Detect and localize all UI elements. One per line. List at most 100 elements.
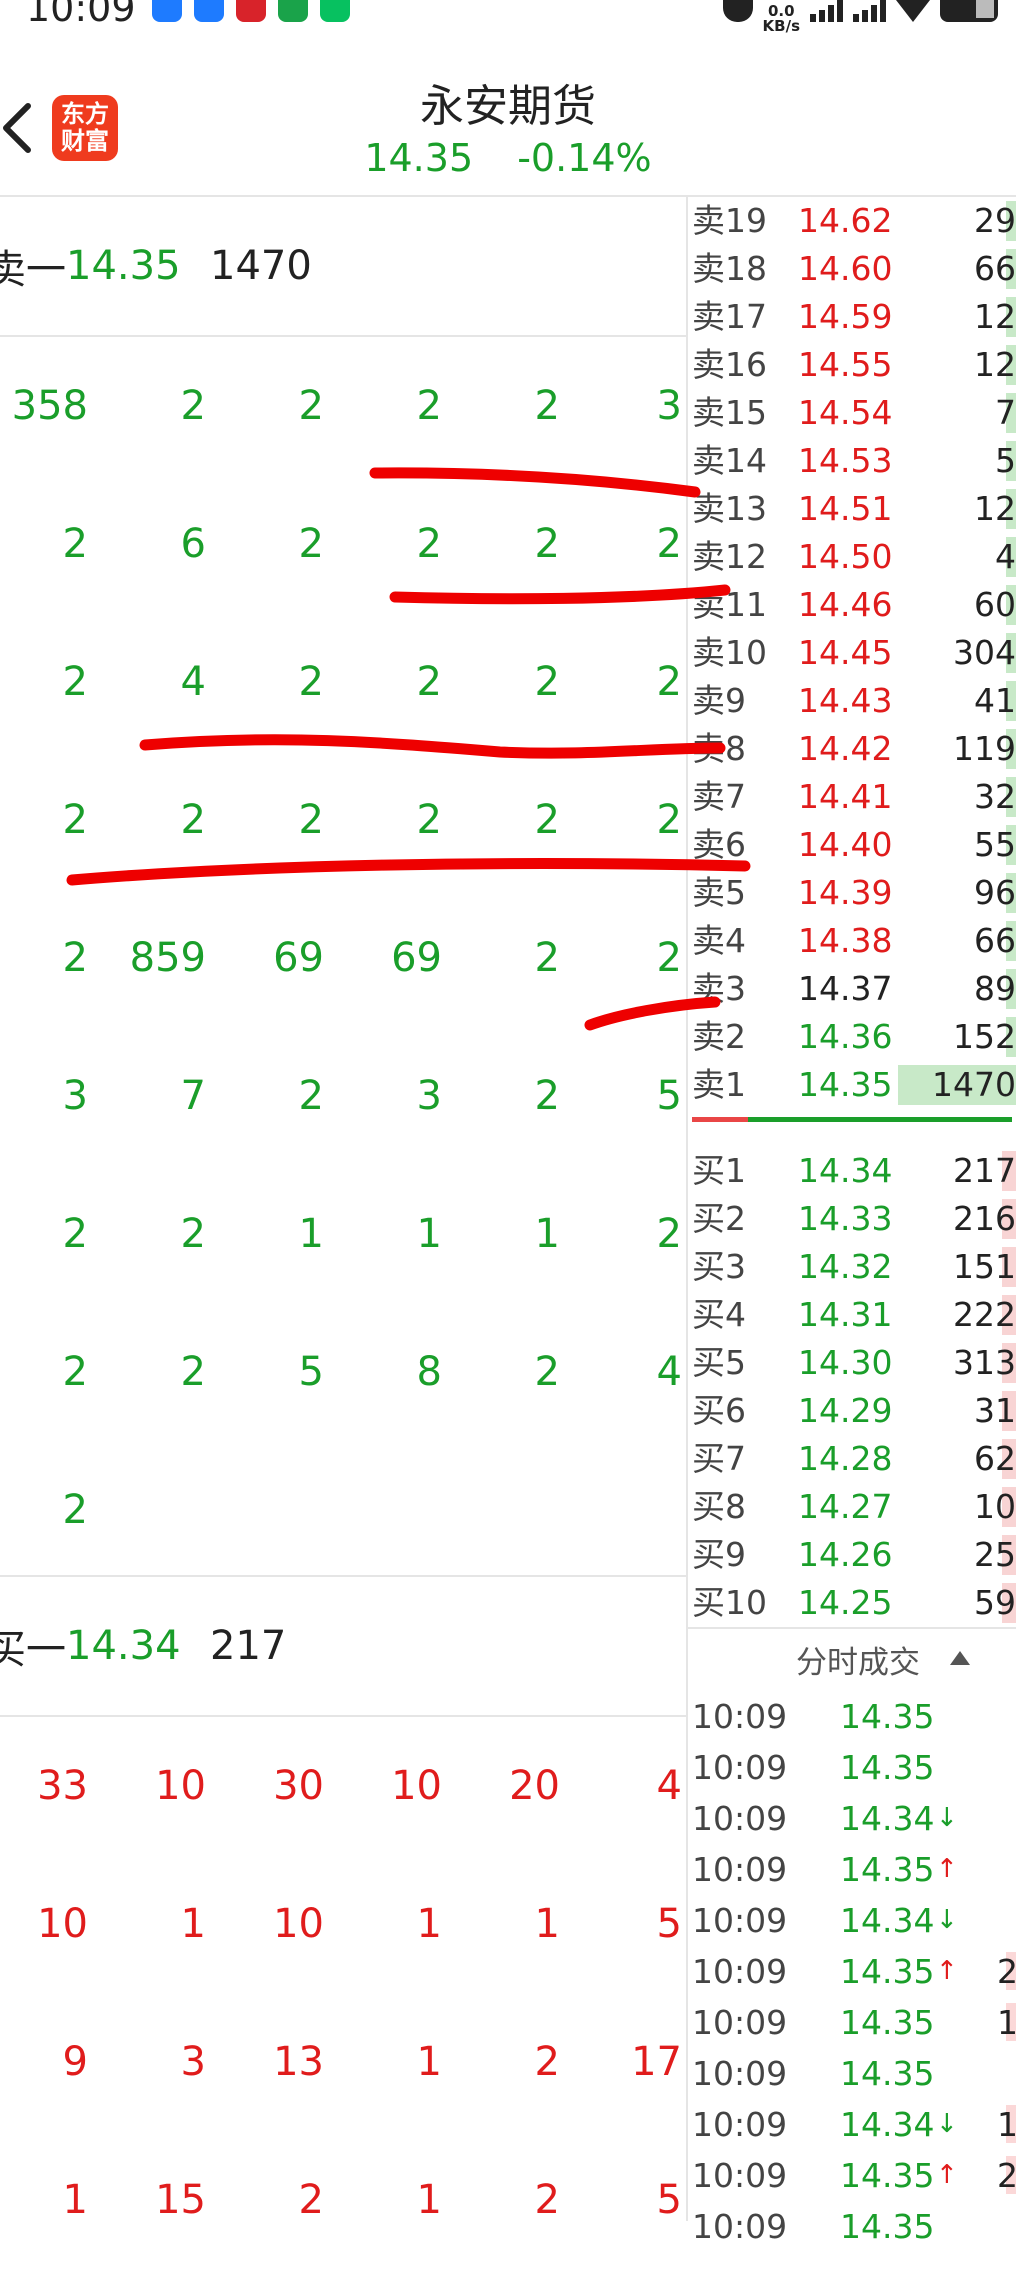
ask-level-row[interactable]: 卖19 14.62 29 <box>688 197 1016 245</box>
bid1-queue-header[interactable]: 买一 14.34 217 <box>0 1577 686 1715</box>
bid-level-row[interactable]: 买3 14.32 151 <box>688 1243 1016 1291</box>
queue-order-volume: 69 <box>391 935 442 981</box>
level-volume: 12 <box>974 297 1016 336</box>
level-name: 买6 <box>692 1391 746 1430</box>
ask-level-row[interactable]: 卖15 14.54 7 <box>688 389 1016 437</box>
tick-row: 10:09 14.35 ↑ 2 <box>688 2150 1016 2201</box>
ask-level-row[interactable]: 卖1 14.35 1470 <box>688 1061 1016 1109</box>
level-volume: 41 <box>974 681 1016 720</box>
level-price: 14.38 <box>798 921 893 960</box>
bid-level-row[interactable]: 买1 14.34 217 <box>688 1147 1016 1195</box>
down-arrow-icon: ↓ <box>936 2109 958 2139</box>
queue-order-volume: 4 <box>656 1763 682 1809</box>
level-volume: 31 <box>974 1391 1016 1430</box>
level-name: 卖2 <box>692 1017 746 1056</box>
queue-order-volume: 2 <box>298 383 324 429</box>
level-name: 卖5 <box>692 873 746 912</box>
queue-order-volume: 2 <box>62 1487 88 1533</box>
bid-level-row[interactable]: 买6 14.29 31 <box>688 1387 1016 1435</box>
tick-volume: 2 <box>997 1952 1016 1991</box>
queue-row: 10 1 10 1 1 5 <box>0 1855 686 1993</box>
ask-level-row[interactable]: 卖3 14.37 89 <box>688 965 1016 1013</box>
bid-level-row[interactable]: 买4 14.31 222 <box>688 1291 1016 1339</box>
ask-level-row[interactable]: 卖13 14.51 12 <box>688 485 1016 533</box>
level-price: 14.26 <box>798 1535 893 1574</box>
queue-order-volume: 859 <box>129 935 206 981</box>
bid-level-row[interactable]: 买8 14.27 10 <box>688 1483 1016 1531</box>
ask-level-row[interactable]: 卖17 14.59 12 <box>688 293 1016 341</box>
queue-order-volume: 5 <box>656 1901 682 1947</box>
ask-level-row[interactable]: 卖6 14.40 55 <box>688 821 1016 869</box>
queue-order-volume: 3 <box>180 2039 206 2085</box>
level-name: 买2 <box>692 1199 746 1238</box>
ask-level-row[interactable]: 卖12 14.50 4 <box>688 533 1016 581</box>
order-queue-panel: 卖一 14.35 1470 358 2 2 2 2 3 2 6 2 2 2 2 2 4 2 2 2 2 2 2 2 2 2 2… <box>0 197 686 2223</box>
up-arrow-icon: ↑ <box>936 2160 958 2190</box>
level-name: 卖4 <box>692 921 746 960</box>
bid-level-row[interactable]: 买7 14.28 62 <box>688 1435 1016 1483</box>
queue-order-volume: 3 <box>656 383 682 429</box>
tick-time: 10:09 <box>692 1697 788 1736</box>
queue-order-volume: 30 <box>273 1763 324 1809</box>
queue-order-volume: 2 <box>180 1349 206 1395</box>
queue-order-volume: 10 <box>37 1901 88 1947</box>
ask-level-row[interactable]: 卖10 14.45 304 <box>688 629 1016 677</box>
network-speed: 0.0 KB/s <box>762 2 800 35</box>
queue-order-volume: 2 <box>534 2039 560 2085</box>
collapse-triangle-icon[interactable] <box>950 1651 970 1665</box>
queue-order-volume: 2 <box>62 1211 88 1257</box>
ask-level-row[interactable]: 卖5 14.39 96 <box>688 869 1016 917</box>
level-price: 14.53 <box>798 441 893 480</box>
status-notification-icons <box>152 0 350 22</box>
ask-level-row[interactable]: 卖2 14.36 152 <box>688 1013 1016 1061</box>
ask-level-row[interactable]: 卖14 14.53 5 <box>688 437 1016 485</box>
queue-order-volume: 2 <box>416 383 442 429</box>
level-price: 14.51 <box>798 489 893 528</box>
queue-order-volume: 20 <box>509 1763 560 1809</box>
tick-price: 14.34 <box>840 1799 935 1838</box>
ask-level-row[interactable]: 卖16 14.55 12 <box>688 341 1016 389</box>
bid-level-row[interactable]: 买10 14.25 59 <box>688 1579 1016 1627</box>
bid-level-row[interactable]: 买5 14.30 313 <box>688 1339 1016 1387</box>
ask-level-row[interactable]: 卖4 14.38 66 <box>688 917 1016 965</box>
status-right-icons: 0.0 KB/s <box>722 0 998 35</box>
level-volume: 12 <box>974 489 1016 528</box>
bid1-queue-grid: 33 10 30 10 20 4 10 1 10 1 1 5 9 3 13 1 2 17 1 15 2 1 2 5 <box>0 1717 686 2269</box>
tick-row: 10:09 14.35 ↑ <box>688 1844 1016 1895</box>
ask-level-row[interactable]: 卖18 14.60 66 <box>688 245 1016 293</box>
ask-level-row[interactable]: 卖7 14.41 32 <box>688 773 1016 821</box>
ask-level-row[interactable]: 卖8 14.42 119 <box>688 725 1016 773</box>
level-price: 14.35 <box>798 1065 893 1104</box>
queue-row: 9 3 13 1 2 17 <box>0 1993 686 2131</box>
queue-order-volume: 2 <box>534 1349 560 1395</box>
level-name: 买9 <box>692 1535 746 1574</box>
notification-app-icon <box>152 0 182 22</box>
tick-price: 14.34 <box>840 2105 935 2144</box>
ask-level-row[interactable]: 卖11 14.46 60 <box>688 581 1016 629</box>
queue-order-volume: 1 <box>416 1211 442 1257</box>
queue-order-volume: 2 <box>656 935 682 981</box>
ask-level-row[interactable]: 卖9 14.43 41 <box>688 677 1016 725</box>
queue-order-volume: 2 <box>656 659 682 705</box>
level-name: 买8 <box>692 1487 746 1526</box>
bid-level-row[interactable]: 买9 14.26 25 <box>688 1531 1016 1579</box>
bid-level-row[interactable]: 买2 14.33 216 <box>688 1195 1016 1243</box>
tick-row: 10:09 14.35 <box>688 1742 1016 1793</box>
queue-order-volume: 5 <box>656 1073 682 1119</box>
up-arrow-icon: ↑ <box>936 1956 958 1986</box>
order-book-panel[interactable]: 卖19 14.62 29 卖18 14.60 66 卖17 14.59 12 卖16 14.55 12… <box>688 197 1016 2252</box>
ask1-queue-header[interactable]: 卖一 14.35 1470 <box>0 197 686 335</box>
level-volume: 1470 <box>932 1065 1016 1104</box>
queue-order-volume: 2 <box>298 2177 324 2223</box>
queue-order-volume: 1 <box>416 1901 442 1947</box>
queue-order-volume: 2 <box>416 521 442 567</box>
tick-trades-header[interactable]: 分时成交 <box>688 1627 1016 1691</box>
level-volume: 5 <box>995 441 1016 480</box>
notification-app-icon <box>278 0 308 22</box>
queue-order-volume: 33 <box>37 1763 88 1809</box>
queue-order-volume: 7 <box>180 1073 206 1119</box>
queue-order-volume: 1 <box>416 2177 442 2223</box>
level-name: 卖3 <box>692 969 746 1008</box>
queue-order-volume: 10 <box>391 1763 442 1809</box>
level-volume: 89 <box>974 969 1016 1008</box>
